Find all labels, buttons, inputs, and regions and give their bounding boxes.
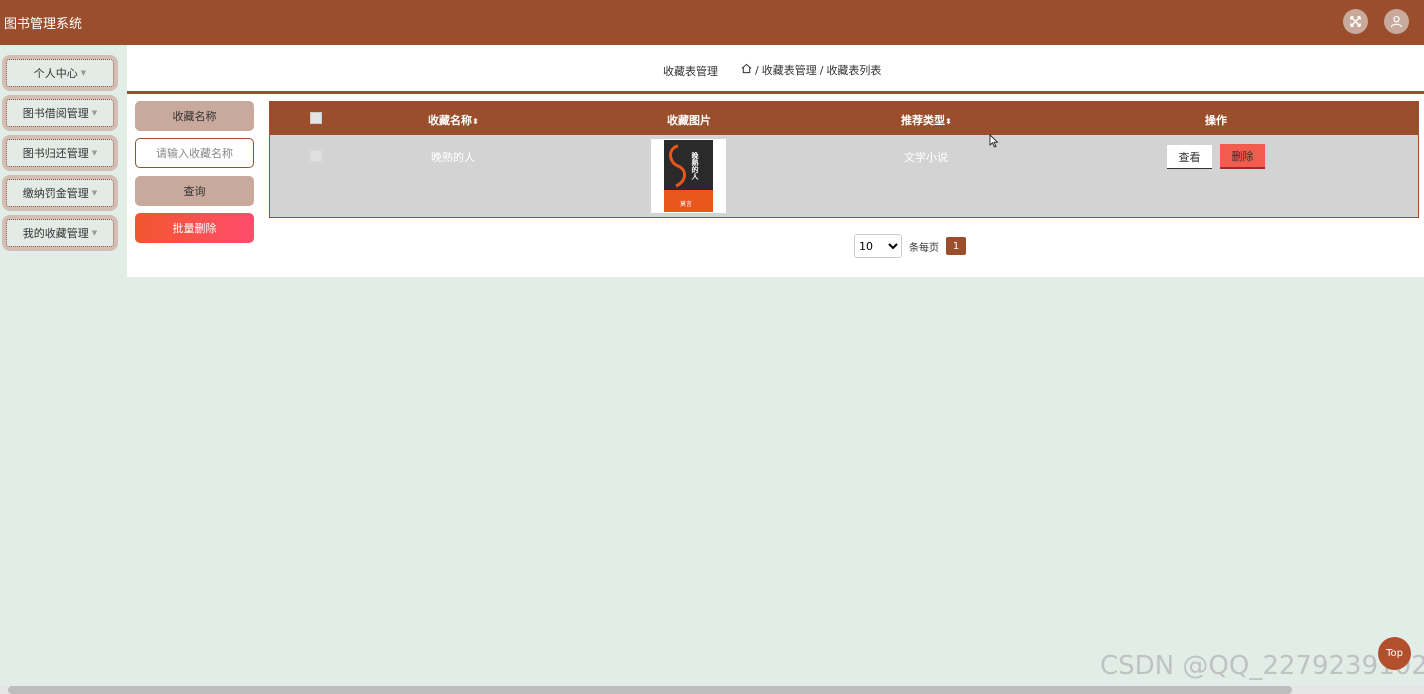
sidebar-item-label: 图书归还管理 — [22, 147, 89, 160]
breadcrumb-separator: / — [819, 63, 824, 77]
sidebar-item-label: 个人中心 — [33, 67, 78, 80]
breadcrumb-bar: 收藏表管理 / 收藏表管理 / 收藏表列表 — [127, 45, 1424, 91]
breadcrumb-divider — [127, 91, 1424, 94]
sidebar-item-label: 我的收藏管理 — [22, 227, 89, 240]
sidebar-item-return[interactable]: 图书归还管理 ▼ — [2, 135, 118, 171]
page-size-select[interactable]: 10 — [854, 234, 902, 258]
search-label: 收藏名称 — [135, 101, 254, 131]
caret-down-icon: ▼ — [91, 109, 98, 117]
caret-down-icon: ▼ — [91, 229, 98, 237]
sidebar-item-label: 图书借阅管理 — [22, 107, 89, 120]
favorites-table: 收藏名称⬍ 收藏图片 推荐类型⬍ 操作 晚熟的人 晚熟的人 莫言 文学小说 查看… — [269, 101, 1419, 218]
breadcrumb-item[interactable]: 收藏表管理 — [762, 62, 817, 78]
mouse-cursor-icon — [989, 134, 999, 148]
column-header-image: 收藏图片 — [667, 114, 711, 127]
batch-delete-button[interactable]: 批量删除 — [135, 213, 254, 243]
sort-icon: ⬍ — [472, 117, 479, 126]
table-row: 晚熟的人 晚熟的人 莫言 文学小说 查看 删除 — [270, 135, 1418, 217]
caret-down-icon: ▼ — [91, 149, 98, 157]
book-cover-art: 晚熟的人 莫言 — [664, 140, 713, 212]
column-header-name[interactable]: 收藏名称⬍ — [428, 112, 479, 128]
search-input[interactable] — [135, 138, 254, 168]
horizontal-scrollbar[interactable] — [0, 686, 1424, 694]
select-all-checkbox[interactable] — [310, 112, 322, 124]
top-bar: 图书管理系统 — [0, 0, 1424, 45]
sidebar-item-personal-center[interactable]: 个人中心 ▼ — [2, 55, 118, 91]
fullscreen-icon[interactable] — [1343, 9, 1368, 34]
sidebar-item-frame: 图书借阅管理 ▼ — [6, 99, 114, 127]
query-button[interactable]: 查询 — [135, 176, 254, 206]
column-header-label: 推荐类型 — [901, 114, 945, 127]
sidebar-item-frame: 我的收藏管理 ▼ — [6, 219, 114, 247]
breadcrumb: / 收藏表管理 / 收藏表列表 — [741, 62, 881, 78]
scrollbar-thumb[interactable] — [8, 686, 1292, 694]
table-header: 收藏名称⬍ 收藏图片 推荐类型⬍ 操作 — [270, 102, 1418, 135]
per-page-label: 条每页 — [909, 242, 939, 254]
view-button[interactable]: 查看 — [1167, 145, 1212, 169]
sort-icon: ⬍ — [945, 117, 952, 126]
pagination: 10 条每页 1 — [854, 234, 966, 258]
sidebar-item-borrow[interactable]: 图书借阅管理 ▼ — [2, 95, 118, 131]
column-header-actions: 操作 — [1205, 114, 1227, 127]
column-header-type[interactable]: 推荐类型⬍ — [901, 112, 952, 128]
sidebar-item-frame: 缴纳罚金管理 ▼ — [6, 179, 114, 207]
page-number-button[interactable]: 1 — [946, 237, 966, 255]
book-cover-title: 晚熟的人 — [691, 151, 700, 180]
page-title: 收藏表管理 — [663, 65, 718, 78]
app-title: 图书管理系统 — [4, 17, 83, 32]
user-icon[interactable] — [1384, 9, 1409, 34]
main-panel: 收藏表管理 / 收藏表管理 / 收藏表列表 收藏名称 查询 批量删除 收藏名称⬍… — [127, 45, 1424, 277]
cell-type: 文学小说 — [904, 151, 948, 164]
breadcrumb-item: 收藏表列表 — [826, 64, 882, 77]
sidebar-item-fines[interactable]: 缴纳罚金管理 ▼ — [2, 175, 118, 211]
delete-button[interactable]: 删除 — [1220, 144, 1265, 169]
cell-name: 晚熟的人 — [431, 151, 475, 164]
caret-down-icon: ▼ — [91, 189, 98, 197]
sidebar: 个人中心 ▼ 图书借阅管理 ▼ 图书归还管理 ▼ 缴纳罚金管理 ▼ 我的收藏管理 ▼ — [0, 45, 127, 694]
sidebar-item-frame: 图书归还管理 ▼ — [6, 139, 114, 167]
sidebar-item-label: 缴纳罚金管理 — [22, 187, 89, 200]
column-header-label: 收藏名称 — [428, 114, 472, 127]
sidebar-item-frame: 个人中心 ▼ — [6, 59, 114, 87]
breadcrumb-separator: / — [755, 63, 759, 77]
book-cover-author: 莫言 — [680, 200, 692, 208]
caret-down-icon: ▼ — [80, 69, 87, 77]
watermark: CSDN @QQ_2279239102 — [1100, 651, 1424, 681]
sidebar-item-favorites[interactable]: 我的收藏管理 ▼ — [2, 215, 118, 251]
home-icon[interactable] — [741, 63, 752, 77]
row-checkbox[interactable] — [310, 150, 322, 162]
book-cover-image: 晚熟的人 莫言 — [651, 139, 726, 213]
back-to-top-button[interactable]: Top — [1378, 637, 1411, 670]
